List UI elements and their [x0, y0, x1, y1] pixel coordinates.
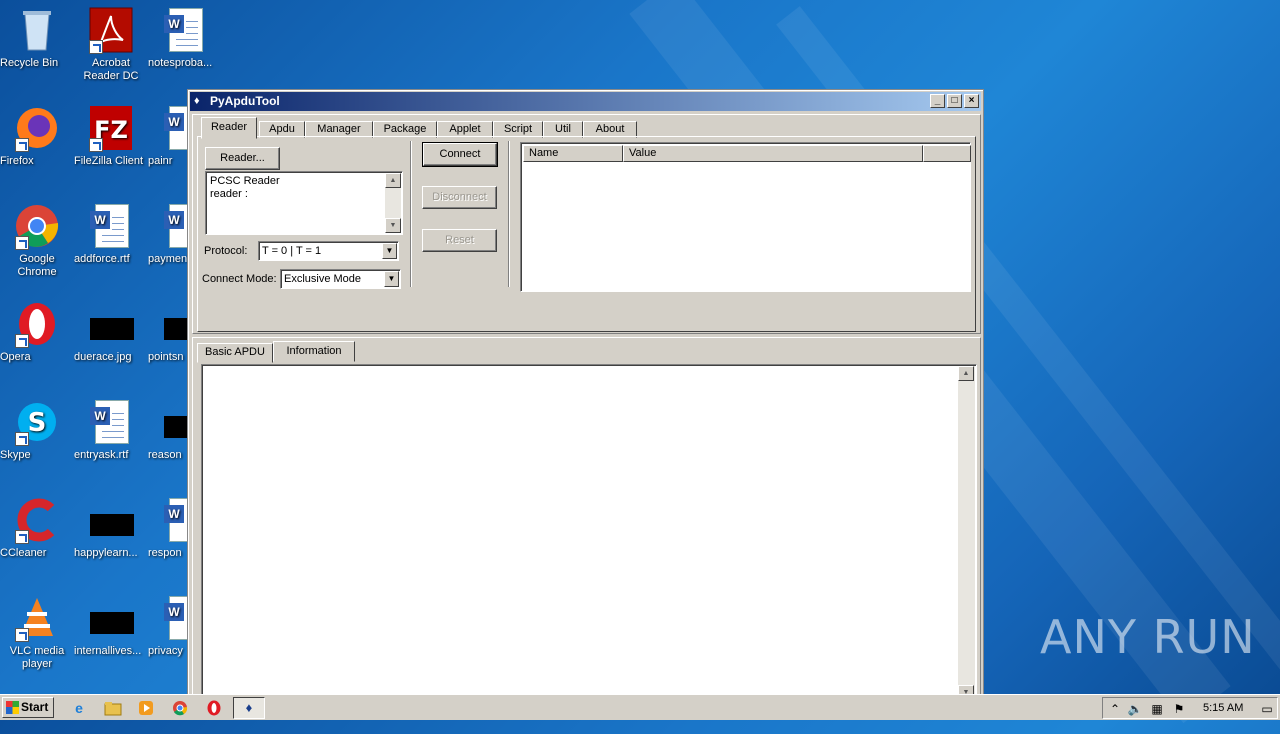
tab-basic-apdu[interactable]: Basic APDU [197, 343, 273, 363]
taskbar: Start e ♦ ⌃ 🔈 ▦ ⚑ 5:15 AM ▭ [0, 694, 1280, 720]
reader-info-line1: PCSC Reader [210, 175, 280, 187]
reader-tab-pane: Reader... PCSC Reader reader : ▲ ▼ Proto… [197, 136, 976, 332]
acrobat-icon [87, 6, 135, 54]
scroll-down-arrow-icon[interactable]: ▼ [385, 218, 401, 233]
desktop-icon-filezilla[interactable]: FZ FileZilla Client [74, 104, 148, 167]
desktop-icon-duerace[interactable]: duerace.jpg [74, 300, 148, 363]
minimize-button[interactable]: _ [930, 94, 945, 108]
ccleaner-icon [13, 496, 61, 544]
connect-mode-label: Connect Mode: [202, 273, 277, 285]
explorer-icon[interactable] [102, 698, 124, 718]
pyapdutool-window: ♦ PyApduTool _ □ × Reader Apdu Manager P… [187, 89, 984, 709]
desktop-icon-chrome[interactable]: Google Chrome [0, 202, 74, 278]
desktop-icon-opera[interactable]: Opera [0, 300, 74, 363]
connect-button[interactable]: Connect [422, 142, 498, 167]
action-center-flag-icon[interactable]: ⚑ [1171, 701, 1187, 717]
shortcut-arrow-icon [15, 432, 29, 446]
shortcut-arrow-icon [89, 40, 103, 54]
opera-icon[interactable] [203, 698, 225, 718]
media-player-icon[interactable] [135, 698, 157, 718]
pyapdutool-icon: ♦ [245, 700, 253, 715]
apdu-output-area[interactable]: ▲ ▼ [201, 364, 977, 702]
skype-icon: S [13, 398, 61, 446]
shortcut-arrow-icon [89, 138, 103, 152]
desktop-icon-firefox[interactable]: Firefox [0, 104, 74, 167]
image-icon [87, 496, 135, 544]
shortcut-arrow-icon [15, 138, 29, 152]
chevron-down-icon[interactable]: ▼ [382, 243, 397, 259]
column-header-value[interactable]: Value [623, 145, 923, 162]
chrome-icon [13, 202, 61, 250]
firefox-icon [13, 104, 61, 152]
image-icon [87, 594, 135, 642]
tab-information[interactable]: Information [273, 341, 355, 362]
word-doc-icon: W [87, 202, 135, 250]
anyrun-watermark: ANY RUN [1040, 610, 1256, 664]
tab-reader[interactable]: Reader [201, 117, 257, 139]
start-button[interactable]: Start [2, 697, 54, 718]
vertical-separator [410, 141, 412, 287]
recycle-bin-icon [13, 6, 61, 54]
desktop-icon-vlc[interactable]: VLC media player [0, 594, 74, 670]
chrome-icon[interactable] [169, 698, 191, 718]
show-desktop-icon[interactable]: ▭ [1259, 701, 1275, 717]
scroll-up-arrow-icon[interactable]: ▲ [385, 173, 401, 188]
reader-info-scrollbar[interactable]: ▲ ▼ [385, 173, 401, 233]
desktop-icon-acrobat[interactable]: Acrobat Reader DC [74, 6, 148, 82]
reader-attributes-list[interactable]: Name Value [520, 142, 971, 292]
protocol-select[interactable]: T = 0 | T = 1 ▼ [258, 241, 399, 261]
word-doc-icon: W [161, 6, 209, 54]
pyapdutool-taskbar-button[interactable]: ♦ [233, 697, 265, 719]
protocol-select-value: T = 0 | T = 1 [262, 245, 322, 257]
volume-icon[interactable]: 🔈 [1127, 701, 1143, 717]
window-titlebar[interactable]: ♦ PyApduTool _ □ × [190, 92, 981, 111]
desktop-icon-addforce[interactable]: W addforce.rtf [74, 202, 148, 265]
chevron-down-icon[interactable]: ▼ [384, 271, 399, 287]
reader-select-button[interactable]: Reader... [205, 147, 280, 170]
vlc-icon [13, 594, 61, 642]
network-icon[interactable]: ▦ [1149, 701, 1165, 717]
close-button[interactable]: × [964, 94, 979, 108]
desktop-icon-notesproba[interactable]: W notesproba... [148, 6, 222, 69]
system-tray: ⌃ 🔈 ▦ ⚑ 5:15 AM ▭ [1102, 697, 1278, 719]
shortcut-arrow-icon [15, 530, 29, 544]
windows-logo-icon [6, 701, 19, 714]
image-icon [87, 300, 135, 348]
desktop-icon-ccleaner[interactable]: CCleaner [0, 496, 74, 559]
reader-info-textbox[interactable]: PCSC Reader reader : ▲ ▼ [205, 171, 403, 235]
app-icon: ♦ [194, 95, 200, 107]
clock[interactable]: 5:15 AM [1203, 698, 1243, 718]
reader-info-line2: reader : [210, 188, 248, 200]
shortcut-arrow-icon [15, 236, 29, 250]
protocol-label: Protocol: [204, 245, 248, 257]
desktop-icon-happylearn[interactable]: happylearn... [74, 496, 148, 559]
desktop-icon-skype[interactable]: S Skype [0, 398, 74, 461]
disconnect-button[interactable]: Disconnect [422, 186, 497, 209]
svg-text:S: S [28, 408, 47, 438]
start-label: Start [21, 700, 49, 714]
apdu-panel: Basic APDU Information ▲ ▼ [192, 337, 981, 706]
desktop-icon-entryask[interactable]: W entryask.rtf [74, 398, 148, 461]
scroll-up-arrow-icon[interactable]: ▲ [958, 366, 974, 381]
connect-mode-select[interactable]: Exclusive Mode ▼ [280, 269, 401, 289]
filezilla-icon: FZ [87, 104, 135, 152]
ie-icon[interactable]: e [68, 698, 90, 718]
maximize-button[interactable]: □ [947, 94, 962, 108]
shortcut-arrow-icon [15, 334, 29, 348]
column-header-filler [923, 145, 971, 162]
word-doc-icon: W [87, 398, 135, 446]
opera-icon [13, 300, 61, 348]
output-scrollbar[interactable]: ▲ ▼ [958, 366, 975, 700]
column-header-name[interactable]: Name [523, 145, 623, 162]
connect-mode-select-value: Exclusive Mode [284, 273, 362, 285]
tray-expand-icon[interactable]: ⌃ [1107, 701, 1123, 717]
window-title: PyApduTool [210, 94, 280, 108]
desktop-icon-recycle-bin[interactable]: Recycle Bin [0, 6, 74, 69]
desktop-icon-internallives[interactable]: internallives... [74, 594, 148, 657]
shortcut-arrow-icon [15, 628, 29, 642]
vertical-separator [508, 141, 510, 287]
reader-panel: Reader Apdu Manager Package Applet Scrip… [192, 114, 981, 334]
reset-button[interactable]: Reset [422, 229, 497, 252]
